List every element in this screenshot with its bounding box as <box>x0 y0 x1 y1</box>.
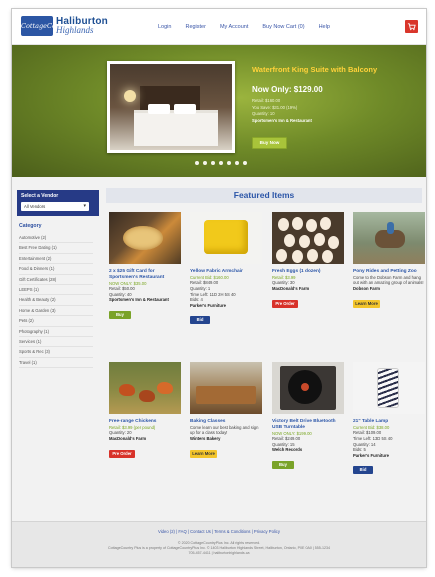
bid-button[interactable]: Bid <box>190 316 210 325</box>
chevron-down-icon: ▾ <box>83 203 86 209</box>
logo-wordmark: Haliburton Highlands <box>56 17 108 35</box>
product-seller: Winters Bakery <box>190 435 221 441</box>
product-card: Yellow Fabric Armchair Current Bid: $160… <box>190 212 262 326</box>
cart-icon[interactable] <box>405 20 418 33</box>
nav-help[interactable]: Help <box>319 24 330 30</box>
hero-image[interactable] <box>107 61 235 153</box>
vendor-filter: Select a Vendor All Vendors ▾ <box>17 190 99 216</box>
slider-dot[interactable] <box>235 161 239 165</box>
product-seller: Welch Records <box>272 447 303 453</box>
category-title: Category <box>19 223 42 229</box>
featured-title: Featured Items <box>106 188 422 203</box>
hero-seller: Sportsmen's Inn & Restaurant <box>252 117 312 123</box>
hotel-room-image <box>110 64 232 150</box>
slider-dot[interactable] <box>219 161 223 165</box>
product-card: Free-range Chickens Retail: $3.99 (per p… <box>109 362 181 460</box>
site-logo[interactable]: CottageCountry Haliburton Highlands <box>21 14 108 38</box>
category-item[interactable]: Food & Dinners (1) <box>19 264 93 275</box>
nav-my-account[interactable]: My Account <box>220 24 248 30</box>
pony-image[interactable] <box>353 212 425 264</box>
eggs-image[interactable] <box>272 212 344 264</box>
vendor-select[interactable]: All Vendors ▾ <box>21 202 89 211</box>
learn-more-button[interactable]: Learn More <box>190 449 217 458</box>
logo-badge: CottageCountry <box>21 16 74 36</box>
footer-links[interactable]: Video (2) | FAQ | Contact Us | Terms & C… <box>12 529 426 534</box>
buy-button[interactable]: Buy <box>109 310 131 319</box>
product-seller: Parker's Furniture <box>190 302 226 308</box>
site-header: CottageCountry Haliburton Highlands Logi… <box>12 9 426 45</box>
armchair-image[interactable] <box>190 212 262 264</box>
product-card: Victory Belt Drive Bluetooth USB Turntab… <box>272 362 344 471</box>
bid-button[interactable]: Bid <box>353 466 373 475</box>
product-seller: Dobson Farm <box>353 285 380 291</box>
product-card: Fresh Eggs (1 dozen) Retail: $3.99 Quant… <box>272 212 344 310</box>
baking-image[interactable] <box>190 362 262 414</box>
product-name[interactable]: Victory Belt Drive Bluetooth USB Turntab… <box>272 419 344 431</box>
logo-line-2: Highlands <box>56 25 94 35</box>
site-footer: Video (2) | FAQ | Contact Us | Terms & C… <box>12 521 426 567</box>
product-name[interactable]: Pony Rides and Petting Zoo <box>353 269 425 275</box>
category-item[interactable]: Entertainment (2) <box>19 254 93 265</box>
learn-more-button[interactable]: Learn More <box>353 299 380 308</box>
category-item[interactable]: Gift Certificates (28) <box>19 275 93 285</box>
featured-section: Featured Items 2 x $25 Gift Card for Spo… <box>106 188 425 475</box>
hero-slider: Waterfront King Suite with Balcony Now O… <box>12 45 426 177</box>
category-item[interactable]: Travel (1) <box>19 358 93 369</box>
turntable-image[interactable] <box>272 362 344 414</box>
product-card: 2 x $25 Gift Card for Sportsmen's Restau… <box>109 212 181 321</box>
slider-dot[interactable] <box>195 161 199 165</box>
slider-dot[interactable] <box>211 161 215 165</box>
category-item[interactable]: Automotive (2) <box>19 233 93 244</box>
sidebar: Select a Vendor All Vendors ▾ Category A… <box>17 190 99 369</box>
slider-dots <box>195 161 247 165</box>
category-item[interactable]: Services (1) <box>19 337 93 348</box>
cart-icon-glyph <box>407 23 416 31</box>
page-frame: CottageCountry Haliburton Highlands Logi… <box>12 9 426 567</box>
pre-order-button[interactable]: Pre Order <box>109 449 135 458</box>
slider-dot[interactable] <box>203 161 207 165</box>
product-seller: MacDonald's Farm <box>272 285 310 291</box>
product-description: Come to the Dobson Farm and hang out wit… <box>353 274 424 286</box>
pre-order-button[interactable]: Pre Order <box>272 299 298 308</box>
hero-you-save: You Save: $31.00 (19%) <box>252 104 298 110</box>
phone-text: 705-457-4411 | haliburtonhighlands.ca <box>188 551 250 555</box>
top-nav: Login Register My Account Buy Now Cart (… <box>158 24 330 30</box>
vendor-label: Select a Vendor <box>21 193 59 199</box>
category-item[interactable]: LEEPS (1) <box>19 285 93 296</box>
product-seller: Sportsmen's Inn & Restaurant <box>109 297 169 303</box>
footer-copyright: © 2020 CottageCountryPlus Inc. All right… <box>12 541 426 556</box>
hero-price: Now Only: $129.00 <box>252 85 323 94</box>
product-seller: MacDonald's Farm <box>109 435 147 441</box>
hero-title[interactable]: Waterfront King Suite with Balcony <box>252 65 412 74</box>
product-card: Pony Rides and Petting Zoo Come to the D… <box>353 212 425 310</box>
hero-retail: Retail: $160.00 <box>252 98 281 103</box>
nav-register[interactable]: Register <box>185 24 205 30</box>
category-item[interactable]: Sports & Rec (3) <box>19 347 93 358</box>
chickens-image[interactable] <box>109 362 181 414</box>
vendor-select-value: All Vendors <box>24 204 46 209</box>
category-list: Automotive (2) Best Free Dating (1) Ente… <box>19 233 99 369</box>
category-item[interactable]: Pets (2) <box>19 316 93 327</box>
slider-dot[interactable] <box>243 161 247 165</box>
product-card: 21" Table Lamp Current Bid: $38.00 Retai… <box>353 362 425 476</box>
main-content: Select a Vendor All Vendors ▾ Category A… <box>12 177 426 521</box>
category-item[interactable]: Home & Garden (3) <box>19 306 93 317</box>
slider-dot[interactable] <box>227 161 231 165</box>
lamp-image[interactable] <box>353 362 425 414</box>
category-item[interactable]: Health & Beauty (2) <box>19 295 93 306</box>
hero-quantity: Quantity: 10 <box>252 111 275 117</box>
product-description: Come learn our best baking and sign up f… <box>190 424 259 436</box>
category-item[interactable]: Best Free Dating (1) <box>19 243 93 254</box>
nav-login[interactable]: Login <box>158 24 171 30</box>
category-item[interactable]: Photography (1) <box>19 327 93 337</box>
product-seller: Parker's Furniture <box>353 452 389 458</box>
product-name[interactable]: 2 x $25 Gift Card for Sportsmen's Restau… <box>109 269 181 281</box>
nav-cart[interactable]: Buy Now Cart (0) <box>262 24 304 30</box>
hero-details: Retail: $160.00 You Save: $31.00 (19%) Q… <box>252 98 312 124</box>
food-image[interactable] <box>109 212 181 264</box>
product-card: Baking Classes Come learn our best bakin… <box>190 362 262 460</box>
hero-buy-now-button[interactable]: Buy Now <box>252 137 287 149</box>
buy-button[interactable]: Buy <box>272 460 294 469</box>
